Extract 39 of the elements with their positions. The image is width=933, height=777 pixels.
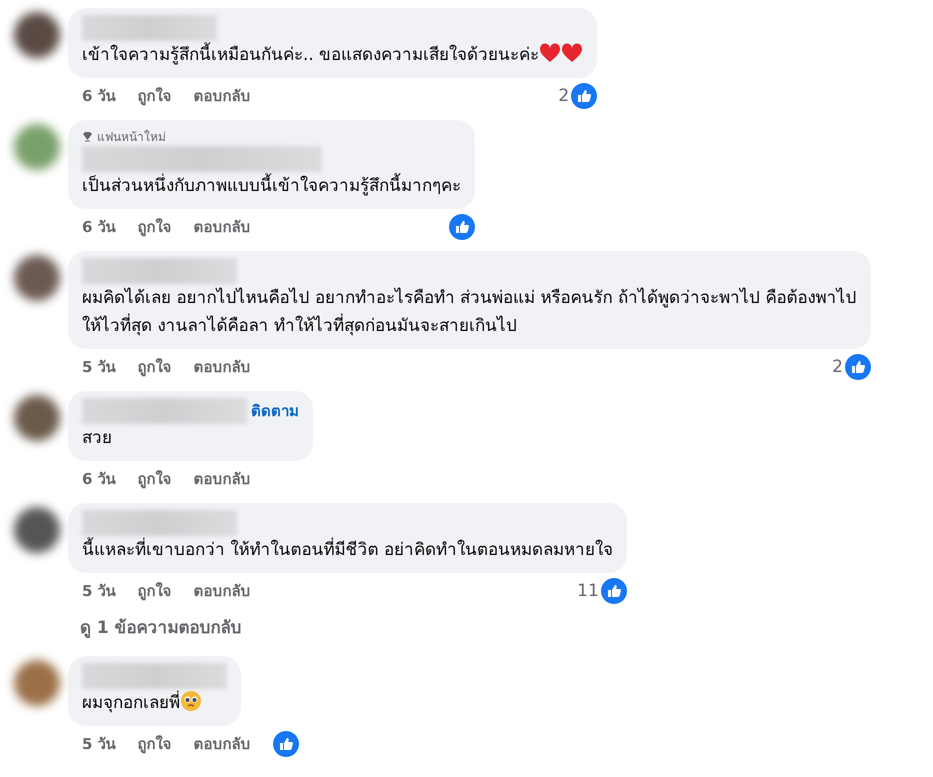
like-link[interactable]: ถูกใจ: [138, 732, 172, 756]
like-link[interactable]: ถูกใจ: [138, 215, 172, 239]
like-count: 11: [577, 581, 599, 601]
like-link[interactable]: ถูกใจ: [138, 355, 172, 379]
reply-link[interactable]: ตอบกลับ: [194, 467, 251, 491]
heart-icon: [561, 43, 584, 63]
teary-face-icon: [180, 690, 202, 712]
follow-link[interactable]: ติดตาม: [251, 399, 299, 423]
comment-text: นี้แหละที่เขาบอกว่า ให้ทำในตอนที่มีชีวิต อย่าคิดทำในตอนหมดลมหายใจ: [82, 536, 613, 564]
reply-link[interactable]: ตอบกลับ: [194, 579, 251, 603]
reply-link[interactable]: ตอบกลับ: [194, 732, 251, 756]
comment-time[interactable]: 5 วัน: [82, 355, 116, 379]
comment-text: ผมจุกอกเลยพี่: [82, 689, 227, 717]
like-link[interactable]: ถูกใจ: [138, 84, 172, 108]
reply-link[interactable]: ตอบกลับ: [194, 84, 251, 108]
like-link[interactable]: ถูกใจ: [138, 467, 172, 491]
reply-link[interactable]: ตอบกลับ: [194, 215, 251, 239]
gem-icon: [82, 131, 93, 142]
like-count: 2: [558, 86, 570, 106]
avatar[interactable]: [14, 255, 60, 301]
heart-icon: [539, 43, 562, 63]
like-count: 2: [832, 357, 843, 377]
avatar[interactable]: [14, 507, 60, 553]
comment-time[interactable]: 6 วัน: [82, 84, 116, 108]
comment-text: สวย: [82, 427, 113, 450]
comment-time[interactable]: 5 วัน: [82, 732, 116, 756]
like-link[interactable]: ถูกใจ: [138, 579, 172, 603]
comment-text: เป็นส่วนหนึ่งกับภาพแบบนี้เข้าใจความรู้สึกนี้มากๆคะ: [82, 172, 461, 200]
fan-badge-label: แฟนหน้าใหม่: [97, 129, 166, 146]
comment-time[interactable]: 6 วัน: [82, 467, 116, 491]
avatar[interactable]: [14, 395, 60, 441]
avatar[interactable]: [14, 12, 60, 58]
comment-text: เข้าใจความรู้สึกนี้เหมือนกันค่ะ.. ขอแสดงความเสียใจด้วยนะค่ะ: [82, 41, 584, 69]
view-replies-link[interactable]: ดู 1 ข้อความตอบกลับ: [80, 613, 933, 640]
comment-text: ผมคิดได้เลย อยากไปไหนคือไป อยากทำอะไรคือทำ ส่วนพ่อแม่ หรือคนรัก ถ้าได้พูดว่าจะพาไป คือต้องพาไปให้ไวที่สุด งานลาได้คือลา ทำให้ไวที่สุดก่อนมันจะสายเกินไป: [82, 286, 857, 338]
comment-time[interactable]: 5 วัน: [82, 579, 116, 603]
avatar[interactable]: [14, 660, 60, 706]
reply-link[interactable]: ตอบกลับ: [194, 355, 251, 379]
comment-time[interactable]: 6 วัน: [82, 215, 116, 239]
